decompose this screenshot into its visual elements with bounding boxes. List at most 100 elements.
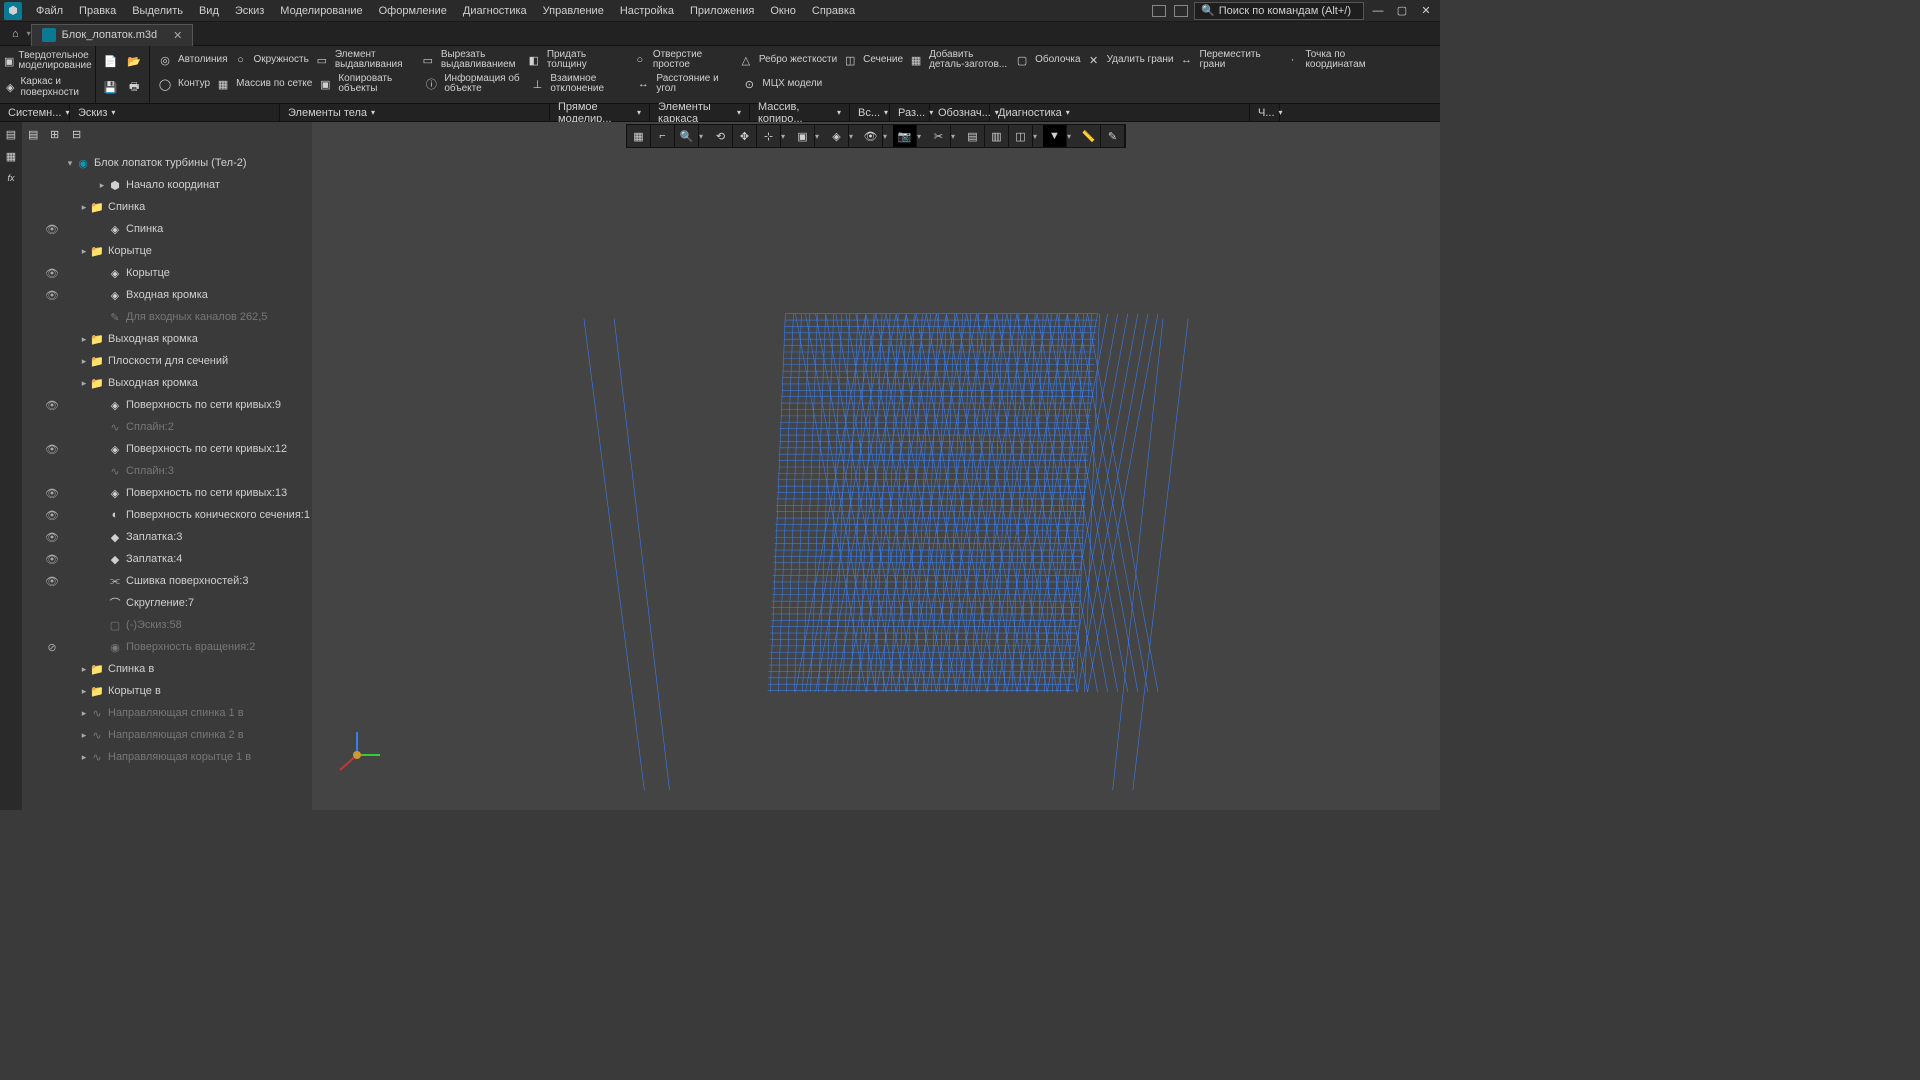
menu-Эскиз[interactable]: Эскиз	[227, 2, 272, 20]
ribbon-tool[interactable]: ▭Вырезать выдавливанием	[417, 48, 523, 72]
document-tab[interactable]: Блок_лопаток.m3d ✕	[31, 24, 194, 46]
zoom-icon[interactable]: 🔍	[675, 125, 699, 147]
tree-item[interactable]: 👁◈Поверхность по сети кривых:12	[24, 438, 310, 460]
visibility-icon[interactable]: ⊘	[44, 641, 60, 654]
menu-Управление[interactable]: Управление	[535, 2, 612, 20]
ribbon-tool[interactable]: ◎Автолиния	[154, 48, 230, 72]
snap-icon[interactable]: ⌐	[651, 125, 675, 147]
menu-Моделирование[interactable]: Моделирование	[272, 2, 370, 20]
ribbon-tool[interactable]: ◯Контур	[154, 72, 212, 96]
vis-icon[interactable]: 👁	[859, 125, 883, 147]
tab-close-icon[interactable]: ✕	[173, 29, 182, 42]
tree-item[interactable]: 👁◆Заплатка:3	[24, 526, 310, 548]
menu-Оформление[interactable]: Оформление	[371, 2, 455, 20]
cube-icon[interactable]: ▣	[791, 125, 815, 147]
visibility-icon[interactable]: 👁	[44, 575, 60, 588]
tree-mode-icon[interactable]: ⊞	[50, 128, 68, 146]
tree-item[interactable]: ▸📁Корытце в	[24, 680, 310, 702]
viewport[interactable]: ▦ ⌐ 🔍▾ ⟲ ✥ ⊹▾ ▣▾ ◈▾ 👁▾ 📷▾ ✂▾ ▤ ▥ ◫▾ ▼▾ 📏…	[312, 122, 1440, 810]
tree-item[interactable]: ▸∿Направляющая спинка 1 в	[24, 702, 310, 724]
visibility-icon[interactable]: 👁	[44, 509, 60, 522]
ribbon-tool[interactable]: ○Окружность	[230, 48, 311, 72]
tree-item[interactable]: ▸📁Спинка в	[24, 658, 310, 680]
tree-mode-icon[interactable]: ▤	[28, 128, 46, 146]
ribbon-tool[interactable]: ▦Добавить деталь-заготов...	[905, 48, 1011, 72]
ribbon-tab[interactable]: Массив, копиро...▾	[750, 104, 850, 121]
ribbon-tool[interactable]: ▦Массив по сетке	[212, 72, 314, 96]
menu-Вид[interactable]: Вид	[191, 2, 227, 20]
maximize-button[interactable]: ▢	[1395, 4, 1409, 17]
tree-item[interactable]: ▸📁Корытце	[24, 240, 310, 262]
home-icon[interactable]: ⌂	[12, 28, 19, 40]
wire-icon[interactable]: ◈	[825, 125, 849, 147]
ribbon-tool[interactable]: ⊙МЦХ модели	[738, 72, 824, 96]
search-input[interactable]: 🔍 Поиск по командам (Alt+/)	[1194, 2, 1364, 20]
axis-gizmo-icon[interactable]	[332, 730, 382, 780]
open-button[interactable]: 📂	[124, 50, 146, 72]
tree-item[interactable]: ▸∿Направляющая спинка 2 в	[24, 724, 310, 746]
ribbon-tool[interactable]: ⓘИнформация об объекте	[420, 72, 526, 96]
ribbon-tab[interactable]: Эскиз▾	[70, 104, 280, 121]
visibility-icon[interactable]: 👁	[44, 487, 60, 500]
ribbon-tool[interactable]: ·Точка по координатам	[1281, 48, 1387, 72]
visibility-icon[interactable]: 👁	[44, 267, 60, 280]
ribbon-tab[interactable]: Диагностика▾	[990, 104, 1250, 121]
layers-icon[interactable]: ◫	[1009, 125, 1033, 147]
tree-item[interactable]: ▸📁Плоскости для сечений	[24, 350, 310, 372]
tree-root[interactable]: ▾ ◉ Блок лопаток турбины (Тел-2)	[24, 152, 310, 174]
close-button[interactable]: ✕	[1419, 4, 1433, 17]
layers-icon[interactable]: ▥	[985, 125, 1009, 147]
tree-item[interactable]: ▸📁Выходная кромка	[24, 328, 310, 350]
ribbon-tab[interactable]: Вс...▾	[850, 104, 890, 121]
ribbon-tab[interactable]: Элементы каркаса▾	[650, 104, 750, 121]
tools-icon[interactable]: ✂	[927, 125, 951, 147]
visibility-icon[interactable]: 👁	[44, 531, 60, 544]
tree-item[interactable]: ⊘◉Поверхность вращения:2	[24, 636, 310, 658]
ribbon-tool[interactable]: △Ребро жесткости	[735, 48, 839, 72]
tree-item[interactable]: ▸📁Спинка	[24, 196, 310, 218]
save-button[interactable]: 💾	[100, 76, 122, 98]
axis-icon[interactable]: ⊹	[757, 125, 781, 147]
tree-item[interactable]: 👁⫘Сшивка поверхностей:3	[24, 570, 310, 592]
ribbon-tab[interactable]: Прямое моделир...▾	[550, 104, 650, 121]
ribbon-tool[interactable]: ○Отверстие простое	[629, 48, 735, 72]
fx-icon[interactable]: fx	[1, 168, 21, 188]
new-button[interactable]: 📄	[100, 50, 122, 72]
tree-item[interactable]: ✎Для входных каналов 262,5	[24, 306, 310, 328]
tree-item[interactable]: ▸⬢Начало координат	[24, 174, 310, 196]
tree-item[interactable]: ▸∿Направляющая корытце 1 в	[24, 746, 310, 768]
tree-item[interactable]: ∿Сплайн:2	[24, 416, 310, 438]
grid-icon[interactable]: ▦	[627, 125, 651, 147]
ribbon-tab[interactable]: Элементы тела▾	[280, 104, 550, 121]
ribbon-tool[interactable]: ✕Удалить грани	[1083, 48, 1176, 72]
print-button[interactable]: 🖶	[124, 76, 146, 98]
ribbon-tab[interactable]: Обознач...▾	[930, 104, 990, 121]
minimize-button[interactable]: —	[1371, 5, 1385, 17]
tree-mode-icon[interactable]: ⊟	[72, 128, 90, 146]
tree-item[interactable]: ▸📁Выходная кромка	[24, 372, 310, 394]
layout-icon[interactable]	[1152, 5, 1166, 17]
layers-icon[interactable]: ▤	[961, 125, 985, 147]
tree-item[interactable]: ∿Сплайн:3	[24, 460, 310, 482]
tree-item[interactable]: ⌒Скругление:7	[24, 592, 310, 614]
visibility-icon[interactable]: 👁	[44, 289, 60, 302]
tree-item[interactable]: ▢(-)Эскиз:58	[24, 614, 310, 636]
visibility-icon[interactable]: 👁	[44, 399, 60, 412]
tree-item[interactable]: 👁◈Корытце	[24, 262, 310, 284]
tree-item[interactable]: 👁◈Входная кромка	[24, 284, 310, 306]
filter-icon[interactable]: ▼	[1043, 125, 1067, 147]
menu-Окно[interactable]: Окно	[762, 2, 804, 20]
ribbon-tool[interactable]: ▭Элемент выдавливания	[311, 48, 417, 72]
tree-tool-icon[interactable]: ▤	[1, 124, 21, 144]
tree-item[interactable]: 👁◈Поверхность по сети кривых:13	[24, 482, 310, 504]
solid-modeling-button[interactable]: ▣ Твердотельное моделирование	[2, 48, 93, 75]
visibility-icon[interactable]: 👁	[44, 223, 60, 236]
menu-Файл[interactable]: Файл	[28, 2, 71, 20]
ribbon-tool[interactable]: ▢Оболочка	[1011, 48, 1083, 72]
tree-tool-icon[interactable]: ▦	[1, 146, 21, 166]
orbit-icon[interactable]: ⟲	[709, 125, 733, 147]
menu-Справка[interactable]: Справка	[804, 2, 863, 20]
ribbon-tool[interactable]: ▣Копировать объекты	[314, 72, 420, 96]
ribbon-tool[interactable]: ↔Расстояние и угол	[632, 72, 738, 96]
edit-icon[interactable]: ✎	[1101, 125, 1125, 147]
